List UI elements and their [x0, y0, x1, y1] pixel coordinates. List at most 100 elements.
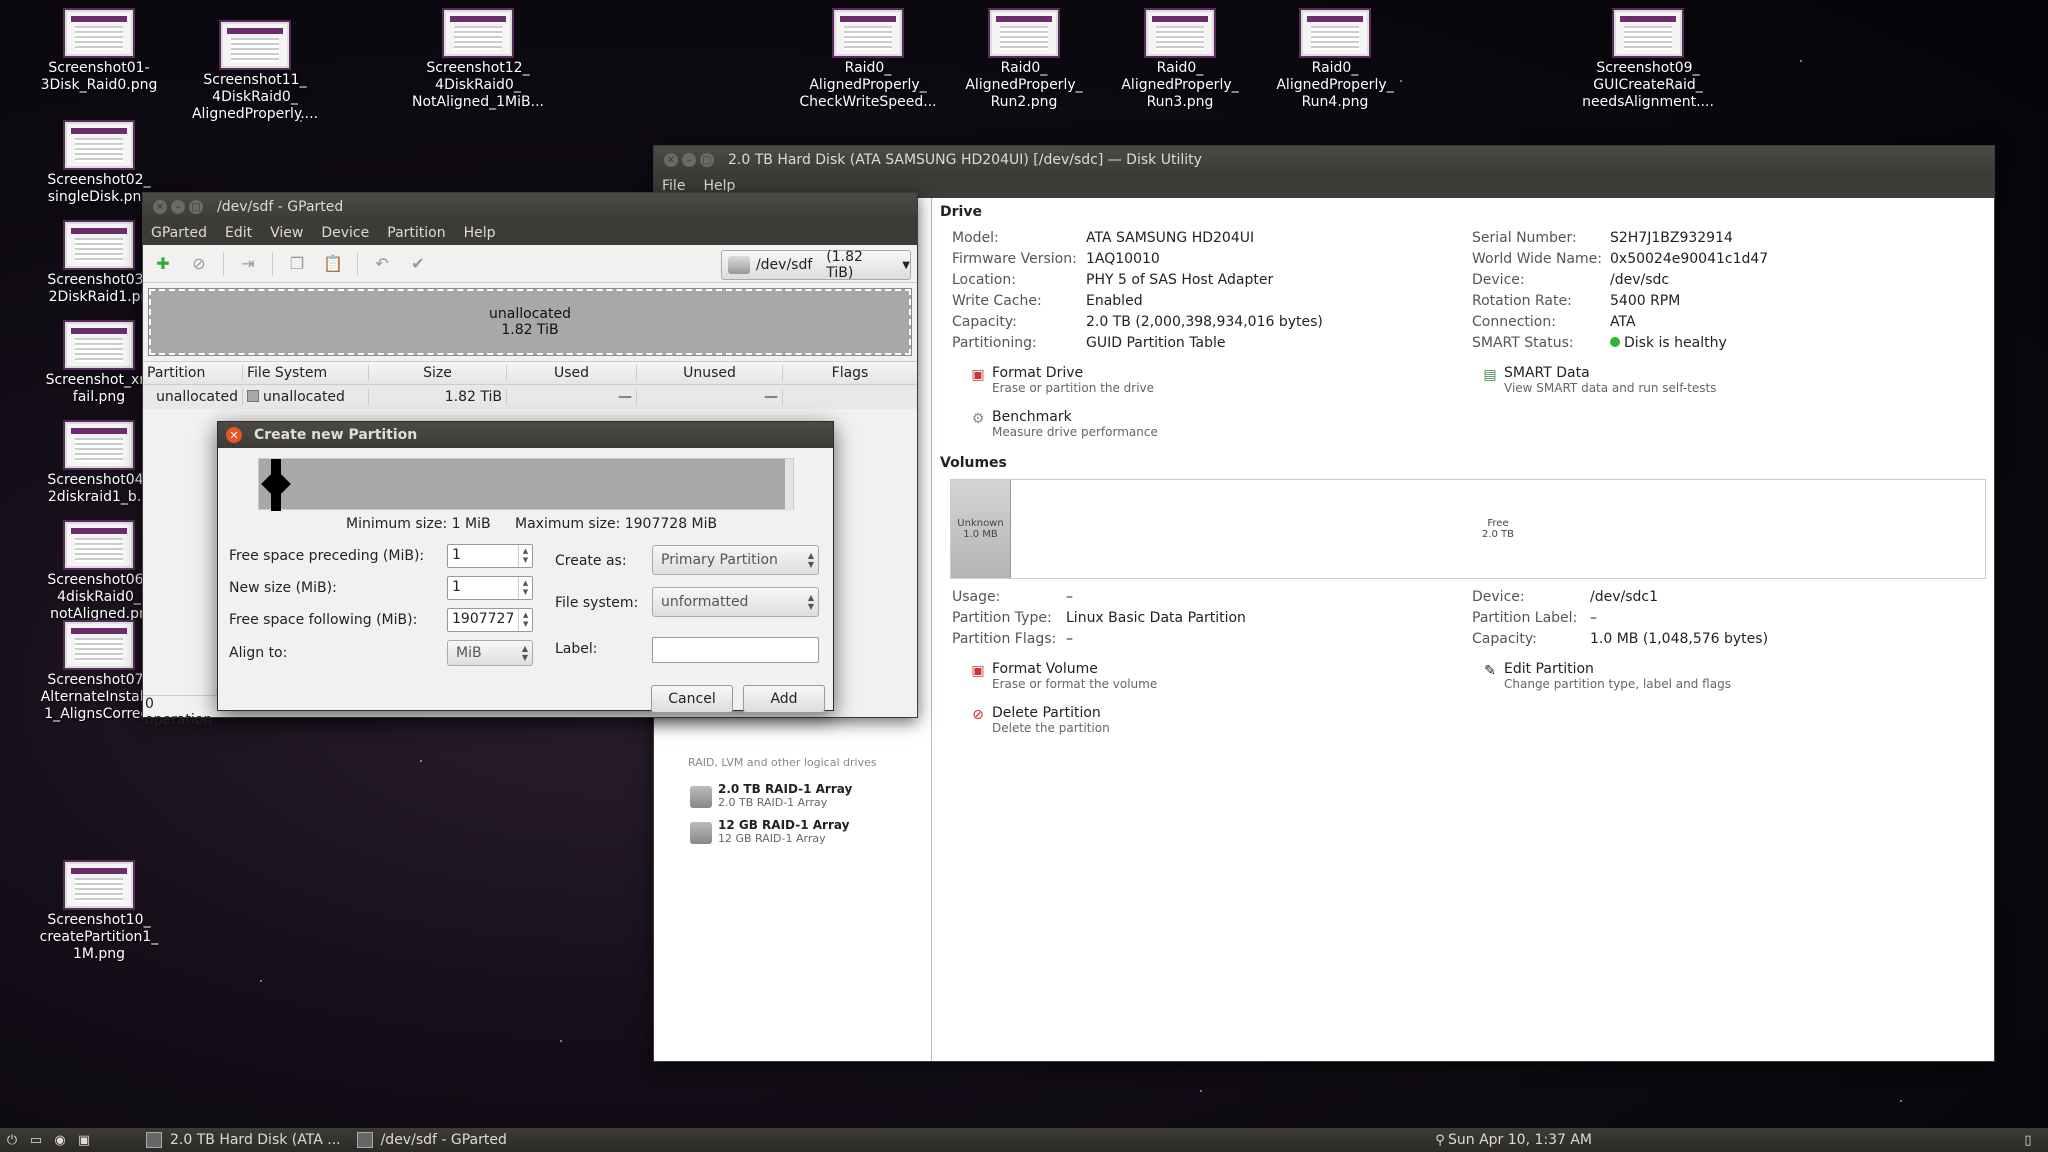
terminal-icon[interactable]: ▣	[76, 1132, 92, 1148]
spin-arrows-icon[interactable]: ▲ ▼	[518, 577, 532, 599]
format-volume-button[interactable]: ▣ Format Volume Erase or format the volum…	[970, 661, 1452, 691]
column-header-flags[interactable]: Flags	[783, 365, 917, 381]
gparted-toolbar: ✚ ⊘ ⇥ ❐ 📋 ↶ ✔ /dev/sdf (1.82 TiB) ▼	[143, 245, 917, 283]
browser-icon[interactable]: ◉	[52, 1132, 68, 1148]
file-system-label: File system:	[555, 595, 639, 611]
menu-partition[interactable]: Partition	[387, 225, 445, 241]
menu-help[interactable]: Help	[464, 225, 496, 241]
image-file-icon	[444, 10, 512, 56]
menu-view[interactable]: View	[270, 225, 303, 241]
free-space-following-input[interactable]: 1907727 ▲ ▼	[447, 608, 533, 632]
delete-partition-button[interactable]: ⊘ Delete Partition Delete the partition	[970, 705, 1452, 735]
chevron-down-icon: ▼	[902, 259, 910, 271]
volumes-heading: Volumes	[940, 455, 1007, 471]
hard-disk-icon	[146, 1132, 162, 1148]
power-icon[interactable]: ⏻	[4, 1132, 20, 1148]
spin-arrows-icon[interactable]: ▲ ▼	[518, 609, 532, 631]
maximum-size-label: Maximum size: 1907728 MiB	[515, 516, 718, 532]
minimize-icon[interactable]: –	[682, 153, 696, 167]
delete-icon: ⊘	[972, 707, 984, 723]
undo-icon[interactable]: ↶	[370, 252, 394, 276]
new-size-input[interactable]: 1 ▲ ▼	[447, 576, 533, 600]
delete-icon[interactable]: ⊘	[187, 252, 211, 276]
close-icon[interactable]: ✕	[664, 153, 678, 167]
column-header-used[interactable]: Used	[507, 365, 637, 381]
toolbar-separator	[223, 251, 224, 276]
menu-gparted[interactable]: GParted	[151, 225, 207, 241]
resize-handle-arrow[interactable]	[261, 469, 291, 499]
benchmark-button[interactable]: ⚙ Benchmark Measure drive performance	[970, 409, 1452, 439]
toolbar-separator	[357, 251, 358, 276]
pencil-icon: ✎	[1484, 663, 1496, 679]
disk-utility-titlebar[interactable]: ✕ – □ 2.0 TB Hard Disk (ATA SAMSUNG HD20…	[654, 146, 1994, 174]
apply-icon[interactable]: ✔	[406, 252, 430, 276]
free-space-preceding-label: Free space preceding (MiB):	[229, 548, 425, 564]
desktop-icon-screenshot12[interactable]: Screenshot12_ 4DiskRaid0_ NotAligned_1Mi…	[408, 10, 548, 111]
desktop-icon-screenshot09[interactable]: Screenshot09_ GUICreateRaid_ needsAlignm…	[1578, 10, 1718, 111]
sidebar-item-raid-2tb[interactable]: 2.0 TB RAID-1 Array 2.0 TB RAID-1 Array	[718, 782, 852, 809]
raid-array-icon	[690, 822, 712, 844]
image-file-icon	[221, 22, 289, 68]
device-selector[interactable]: /dev/sdf (1.82 TiB) ▼	[721, 249, 911, 281]
network-icon[interactable]: ⚲	[1432, 1132, 1448, 1148]
column-header-unused[interactable]: Unused	[637, 365, 783, 381]
create-partition-dialog: ✕ Create new Partition Minimum size: 1 M…	[217, 421, 834, 713]
sidebar-section-caption: RAID, LVM and other logical drives	[688, 756, 877, 769]
add-button[interactable]: Add	[743, 685, 825, 713]
copy-icon[interactable]: ❐	[285, 252, 309, 276]
sidebar-item-raid-12gb[interactable]: 12 GB RAID-1 Array 12 GB RAID-1 Array	[718, 818, 849, 845]
free-space-preceding-input[interactable]: 1 ▲ ▼	[447, 544, 533, 568]
desktop-icon-raid0-run2[interactable]: Raid0_ AlignedProperly_ Run2.png	[954, 10, 1094, 111]
drive-properties: Model: ATA SAMSUNG HD204UI Serial Number:…	[952, 230, 1769, 351]
resize-move-icon[interactable]: ⇥	[236, 252, 260, 276]
partition-graph[interactable]: unallocated 1.82 TiB	[148, 288, 912, 356]
free-space-following-label: Free space following (MiB):	[229, 612, 418, 628]
close-icon[interactable]: ✕	[153, 200, 167, 214]
desktop-icon-raid0-run4[interactable]: Raid0_ AlignedProperly_ Run4.png	[1265, 10, 1405, 111]
maximize-icon[interactable]: □	[700, 153, 714, 167]
desktop-icon-screenshot01[interactable]: Screenshot01- 3Disk_Raid0.png	[29, 10, 169, 94]
edit-partition-button[interactable]: ✎ Edit Partition Change partition type, l…	[1482, 661, 1731, 691]
minimize-icon[interactable]: –	[171, 200, 185, 214]
cell-partition: unallocated	[143, 389, 243, 405]
file-system-select[interactable]: unformatted ▲ ▼	[652, 587, 819, 617]
partition-label-input[interactable]	[652, 637, 819, 663]
partition-resizer[interactable]	[258, 458, 794, 511]
desktop-icon-raid0-run3[interactable]: Raid0_ AlignedProperly_ Run3.png	[1110, 10, 1250, 111]
gparted-titlebar[interactable]: ✕ – □ /dev/sdf - GParted	[143, 193, 917, 221]
cancel-button[interactable]: Cancel	[651, 685, 733, 713]
column-header-partition[interactable]: Partition	[143, 365, 243, 381]
new-partition-icon[interactable]: ✚	[151, 252, 175, 276]
desktop-icon-screenshot10[interactable]: Screenshot10_ createPartition1_ 1M.png	[29, 862, 169, 963]
dialog-titlebar[interactable]: ✕ Create new Partition	[218, 422, 833, 448]
image-file-icon	[65, 522, 133, 568]
paste-icon[interactable]: 📋	[321, 252, 345, 276]
format-drive-button[interactable]: ▣ Format Drive Erase or partition the dri…	[970, 365, 1452, 395]
menu-edit[interactable]: Edit	[225, 225, 252, 241]
desktop-icon-screenshot11[interactable]: Screenshot11_ 4DiskRaid0_ AlignedProperl…	[185, 22, 325, 123]
create-as-select[interactable]: Primary Partition ▲ ▼	[652, 545, 819, 575]
image-file-icon	[65, 122, 133, 168]
table-row[interactable]: unallocated unallocated 1.82 TiB — —	[143, 385, 917, 409]
volume-segment-free[interactable]: Free 2.0 TB	[1011, 480, 1985, 578]
menu-device[interactable]: Device	[321, 225, 369, 241]
volume-segment-unknown[interactable]: Unknown 1.0 MB	[951, 480, 1011, 578]
image-file-icon	[65, 10, 133, 56]
clock[interactable]: Sun Apr 10, 1:37 AM	[1448, 1132, 1592, 1148]
column-header-filesystem[interactable]: File System	[243, 365, 369, 381]
smart-data-button[interactable]: ▤ SMART Data View SMART data and run self…	[1482, 365, 1716, 395]
align-to-select[interactable]: MiB ▲ ▼	[447, 640, 533, 666]
partition-table: Partition File System Size Used Unused F…	[143, 361, 917, 409]
table-header: Partition File System Size Used Unused F…	[143, 361, 917, 385]
trash-icon[interactable]: ▯	[2020, 1132, 2036, 1148]
taskbar-app-disk-utility[interactable]: 2.0 TB Hard Disk (ATA ...	[146, 1132, 341, 1148]
column-header-size[interactable]: Size	[369, 365, 507, 381]
maximize-icon[interactable]: □	[189, 200, 203, 214]
file-manager-icon[interactable]: ▭	[28, 1132, 44, 1148]
close-icon[interactable]: ✕	[226, 427, 242, 443]
graph-label: unallocated	[489, 306, 571, 322]
desktop-icon-raid0-checkwritespeed[interactable]: Raid0_ AlignedProperly_ CheckWriteSpeed.…	[798, 10, 938, 111]
window-title: 2.0 TB Hard Disk (ATA SAMSUNG HD204UI) […	[728, 152, 1202, 168]
spin-arrows-icon[interactable]: ▲ ▼	[518, 545, 532, 567]
taskbar-app-gparted[interactable]: /dev/sdf - GParted	[356, 1132, 507, 1148]
